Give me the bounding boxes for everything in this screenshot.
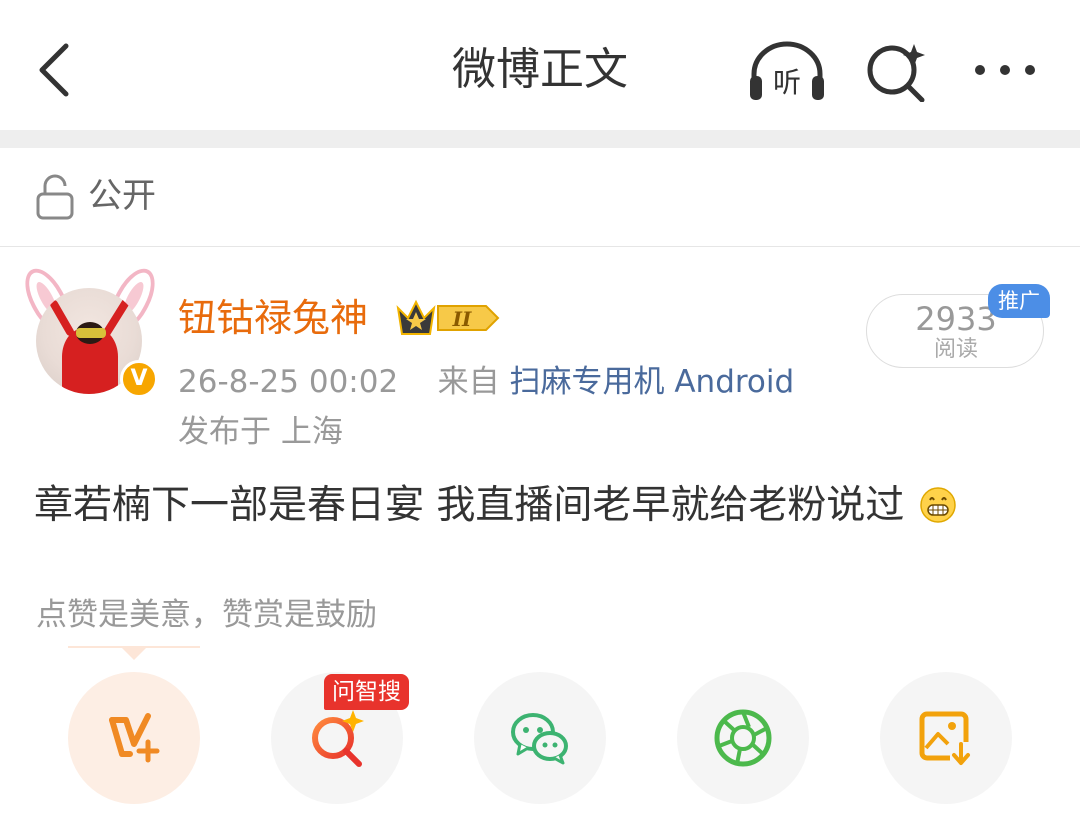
more-button[interactable] (970, 52, 1040, 88)
wechat-share-button[interactable] (474, 672, 606, 804)
verified-badge: V (120, 360, 158, 398)
grinning-face-emoji-icon (920, 486, 956, 523)
more-dots-icon (975, 65, 1035, 75)
v-plus-icon (109, 713, 160, 763)
author-avatar[interactable]: V (16, 261, 164, 398)
back-button[interactable] (30, 40, 80, 100)
post-text: 章若楠下一部是春日宴 我直播间老早就给老粉说过 (34, 483, 905, 528)
moments-icon (714, 709, 772, 767)
author-name[interactable]: 钮钴禄兔神 (178, 292, 368, 344)
smart-search-button[interactable] (862, 40, 932, 103)
read-label: 阅读 (933, 337, 978, 362)
chevron-left-icon (39, 43, 69, 97)
section-divider (0, 130, 1080, 148)
tip-caret (120, 646, 148, 660)
wenzhisou-tag: 问智搜 (324, 674, 409, 710)
post-timestamp: 26-8-25 00:02 (178, 364, 399, 400)
listen-label: 听 (773, 66, 801, 99)
crown-member-badge-icon[interactable]: II (394, 296, 502, 340)
top-nav-bar: 微博正文 听 (0, 0, 1080, 130)
save-image-button[interactable] (880, 672, 1012, 804)
from-prefix: 来自 (437, 364, 500, 400)
visibility-label: 公开 (88, 176, 156, 216)
moments-share-button[interactable] (677, 672, 809, 804)
listen-button[interactable]: 听 (746, 38, 828, 102)
search-sparkle-icon (867, 44, 925, 103)
unlock-icon (36, 174, 74, 220)
visibility-row: 公开 (0, 148, 1080, 247)
post-meta: 26-8-25 00:02 来自 扫麻专用机 Android (178, 360, 794, 404)
v-plus-button[interactable] (68, 672, 200, 804)
post-content: 章若楠下一部是春日宴 我直播间老早就给老粉说过 (34, 478, 957, 534)
reward-tip: 点赞是美意，赞赏是鼓励 (36, 597, 377, 633)
headphones-icon: 听 (750, 41, 824, 100)
wechat-icon (511, 713, 568, 765)
save-image-icon (919, 711, 972, 766)
post-location: 发布于 上海 (178, 414, 343, 450)
smart-search-icon (312, 710, 364, 767)
post-source-link[interactable]: 扫麻专用机 Android (509, 364, 794, 400)
promote-tag[interactable]: 推广 (988, 284, 1050, 318)
member-level: II (452, 307, 472, 331)
